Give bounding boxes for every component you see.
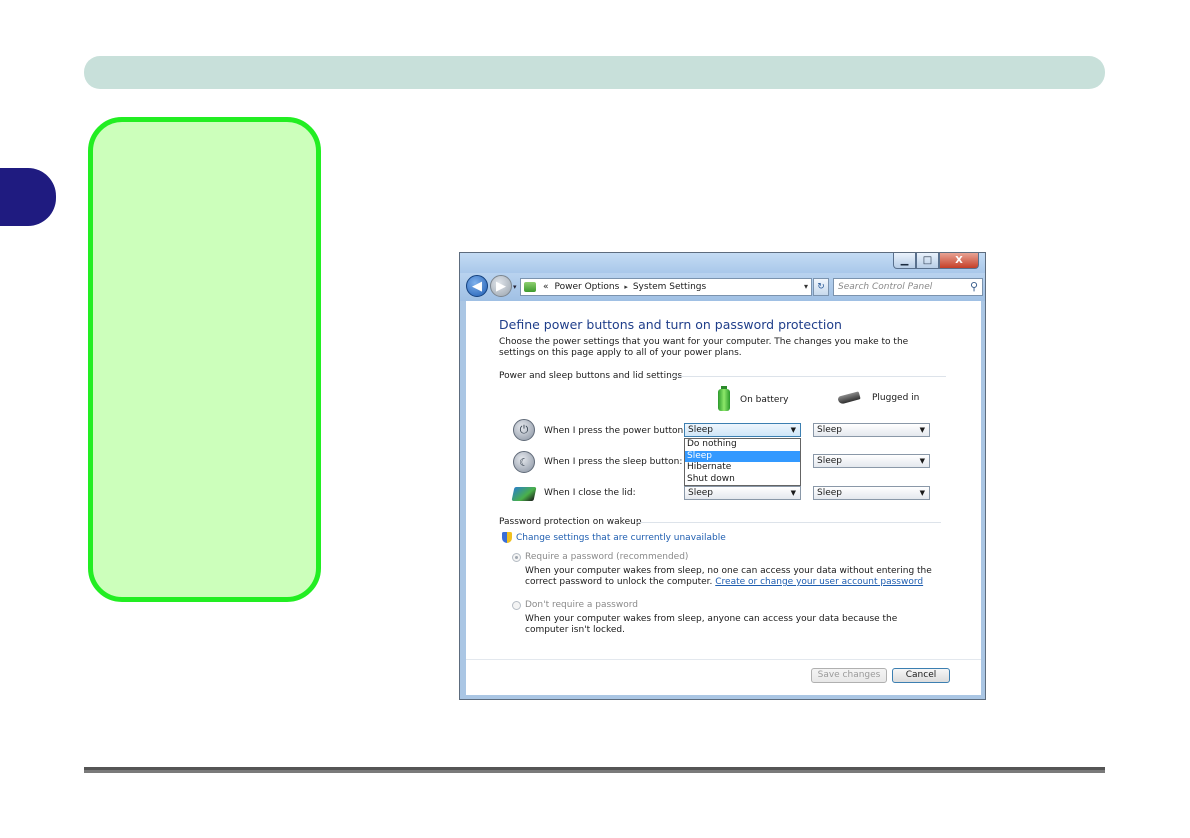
moon-icon: ☾ <box>513 451 535 473</box>
power-button-icon: ⏻ <box>513 419 535 441</box>
recent-pages-dropdown[interactable]: ▾ <box>513 283 517 291</box>
power-button-plugged-select[interactable]: Sleep ▼ <box>813 423 930 437</box>
require-password-explanation: When your computer wakes from sleep, no … <box>525 566 935 588</box>
dropdown-option-shut-down[interactable]: Shut down <box>685 474 800 486</box>
maximize-button[interactable]: □ <box>916 253 939 269</box>
battery-icon <box>718 386 730 411</box>
laptop-lid-icon <box>511 483 537 505</box>
require-password-label: Require a password (recommended) <box>525 552 689 562</box>
power-options-window: ▁ □ X ◀ ▶ ▾ « Power Options ▸ System Set… <box>459 252 986 700</box>
select-value: Sleep <box>688 488 714 498</box>
no-password-explanation: When your computer wakes from sleep, any… <box>525 614 898 635</box>
manual-header-bar <box>84 56 1105 89</box>
select-value: Sleep <box>817 456 843 466</box>
refresh-button[interactable]: ↻ <box>813 278 829 296</box>
dropdown-option-hibernate[interactable]: Hibernate <box>685 462 800 474</box>
column-label-plugged: Plugged in <box>872 393 920 403</box>
back-arrow-icon[interactable]: ◀ <box>466 275 488 297</box>
breadcrumb-arrow-icon[interactable]: ▸ <box>624 283 628 291</box>
no-password-radio[interactable] <box>512 601 521 610</box>
save-changes-button[interactable]: Save changes <box>811 668 887 683</box>
content-pane: Define power buttons and turn on passwor… <box>466 301 981 695</box>
close-button[interactable]: X <box>939 253 979 269</box>
select-value: Sleep <box>817 488 843 498</box>
navigation-bar: ◀ ▶ ▾ « Power Options ▸ System Settings … <box>460 273 985 301</box>
search-placeholder: Search Control Panel <box>838 282 933 292</box>
manual-footer-line <box>84 767 1105 773</box>
page-title: Define power buttons and turn on passwor… <box>499 317 842 332</box>
close-lid-plugged-select[interactable]: Sleep ▼ <box>813 486 930 500</box>
section-heading-buttons: Power and sleep buttons and lid settings <box>499 371 683 381</box>
section-heading-password: Password protection on wakeup <box>499 517 642 527</box>
footer-divider <box>466 659 981 660</box>
power-plug-icon <box>837 391 861 405</box>
chevron-down-icon: ▼ <box>919 489 925 497</box>
power-action-dropdown-list[interactable]: Do nothing Sleep Hibernate Shut down <box>684 438 801 486</box>
dropdown-option-do-nothing[interactable]: Do nothing <box>685 439 800 451</box>
select-value: Sleep <box>817 425 843 435</box>
breadcrumb-power-options[interactable]: Power Options <box>555 282 620 292</box>
row-label-sleep-button: When I press the sleep button: <box>544 457 683 467</box>
address-dropdown-icon[interactable]: ▾ <box>804 282 808 291</box>
close-lid-battery-select[interactable]: Sleep ▼ <box>684 486 801 500</box>
row-label-close-lid: When I close the lid: <box>544 488 636 498</box>
minimize-button[interactable]: ▁ <box>893 253 916 269</box>
section-divider <box>671 376 946 377</box>
no-password-label: Don't require a password <box>525 600 638 610</box>
require-password-radio[interactable] <box>512 553 521 562</box>
chevron-down-icon: ▼ <box>790 426 796 434</box>
forward-arrow-icon[interactable]: ▶ <box>490 275 512 297</box>
section-divider <box>636 522 941 523</box>
change-settings-link[interactable]: Change settings that are currently unava… <box>516 533 726 543</box>
search-icon[interactable]: ⚲ <box>970 280 978 293</box>
note-box <box>88 117 321 602</box>
chevron-down-icon: ▼ <box>919 457 925 465</box>
sleep-button-plugged-select[interactable]: Sleep ▼ <box>813 454 930 468</box>
address-overflow[interactable]: « <box>543 282 549 292</box>
column-label-battery: On battery <box>740 395 789 405</box>
cancel-button[interactable]: Cancel <box>892 668 950 683</box>
chevron-down-icon: ▼ <box>919 426 925 434</box>
change-password-link[interactable]: Create or change your user account passw… <box>715 577 923 587</box>
row-label-power-button: When I press the power button: <box>544 426 687 436</box>
column-on-battery: On battery <box>718 386 789 411</box>
control-panel-icon <box>524 282 536 292</box>
caption-buttons: ▁ □ X <box>893 253 979 269</box>
window-title-bar: ▁ □ X <box>460 253 985 273</box>
power-button-battery-select[interactable]: Sleep ▼ <box>684 423 801 437</box>
chevron-down-icon: ▼ <box>790 489 796 497</box>
dropdown-option-sleep[interactable]: Sleep <box>685 450 800 462</box>
uac-shield-icon <box>502 532 512 543</box>
address-bar[interactable]: « Power Options ▸ System Settings ▾ <box>520 278 812 296</box>
chapter-tab <box>0 168 56 226</box>
page-description: Choose the power settings that you want … <box>499 337 909 358</box>
column-plugged-in: Plugged in <box>837 391 920 405</box>
search-input[interactable]: Search Control Panel ⚲ <box>833 278 983 296</box>
select-value: Sleep <box>688 425 714 435</box>
breadcrumb-system-settings[interactable]: System Settings <box>633 282 706 292</box>
